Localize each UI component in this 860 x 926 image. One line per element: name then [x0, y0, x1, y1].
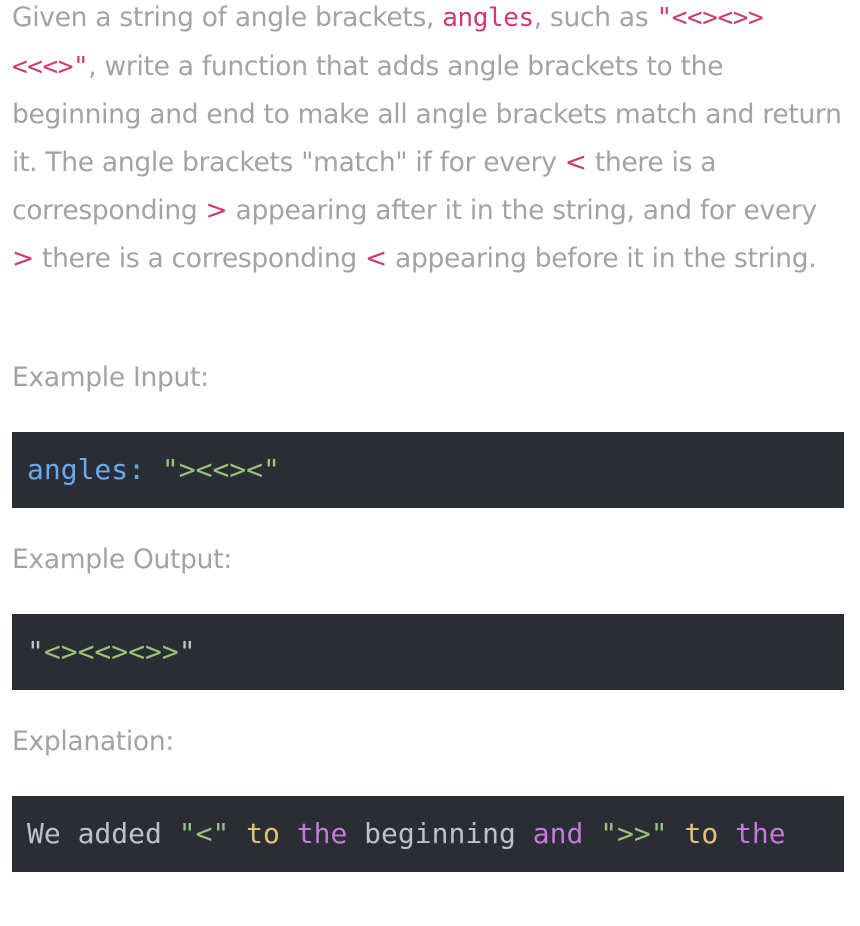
close-bracket-code: > — [205, 194, 228, 226]
problem-description: Given a string of angle brackets, angles… — [12, 0, 844, 282]
example-output-code-block: "<><<><>>" — [12, 614, 844, 690]
output-quote-close: " — [178, 635, 196, 668]
explanation-token: ">>" — [600, 817, 668, 850]
explanation-token: We added — [27, 817, 179, 850]
input-value: "><<><" — [161, 453, 280, 486]
explanation-token: beginning — [347, 817, 533, 850]
explanation-token: to — [684, 817, 719, 850]
input-key: angles: — [27, 453, 146, 486]
close-bracket-code-2: > — [12, 242, 34, 274]
open-bracket-code-2: < — [365, 242, 387, 274]
intro-text: Given a string of angle brackets, — [12, 2, 443, 33]
explanation-token — [668, 817, 685, 850]
mid-text-2: appearing after it in the string, and fo… — [227, 194, 818, 226]
explanation-code-block: We added "<" to the beginning and ">>" t… — [12, 796, 844, 872]
such-as-text: , such as — [533, 2, 657, 33]
explanation-token: and — [532, 817, 584, 850]
output-quote-open: " — [27, 635, 44, 668]
after-example-text: , write a function that adds angle brack… — [12, 50, 842, 179]
explanation-token: the — [735, 817, 786, 850]
explanation-tokens: We added "<" to the beginning and ">>" t… — [27, 817, 786, 850]
explanation-token: to — [246, 817, 280, 850]
end-text: appearing before it in the string. — [386, 242, 817, 274]
example-input-label: Example Input: — [12, 362, 209, 393]
explanation-token: "<" — [178, 817, 230, 850]
open-bracket-code: < — [564, 147, 587, 179]
explanation-token: the — [296, 817, 348, 850]
explanation-token — [718, 817, 735, 850]
mid-text-3: there is a corresponding — [33, 242, 366, 274]
explanation-token — [583, 817, 600, 850]
output-value: <><<><>> — [43, 635, 179, 668]
explanation-token — [229, 817, 246, 850]
example-output-label: Example Output: — [12, 544, 232, 575]
problem-content: Given a string of angle brackets, angles… — [12, 0, 844, 872]
explanation-token — [280, 817, 297, 850]
param-name-code: angles — [442, 3, 534, 33]
explanation-label: Explanation: — [12, 726, 174, 757]
example-input-code-block: angles: "><<><" — [12, 432, 844, 508]
